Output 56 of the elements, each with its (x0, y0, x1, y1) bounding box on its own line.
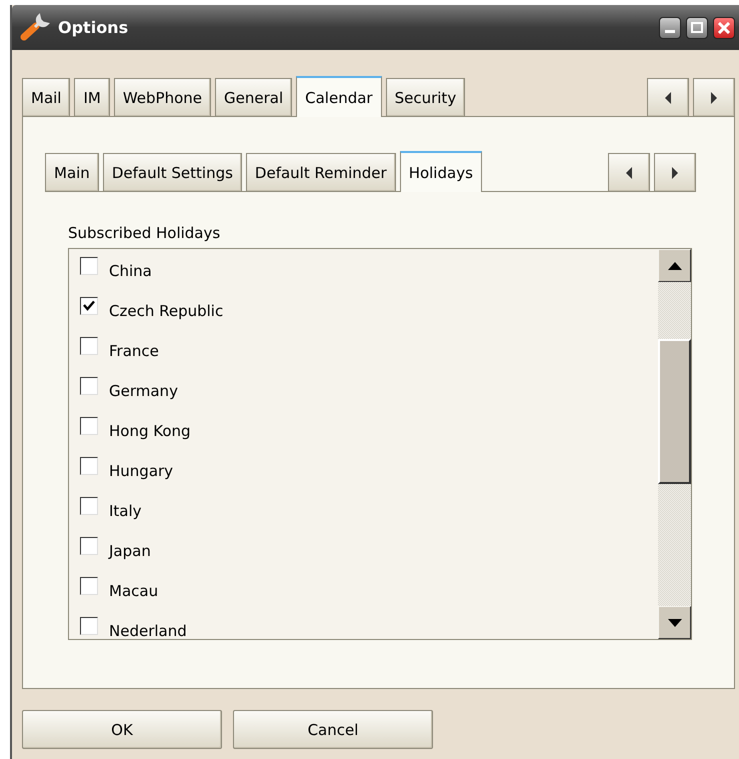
wrench-icon (20, 12, 50, 42)
scroll-left-button[interactable] (608, 153, 650, 191)
dialog-button[interactable]: Cancel (233, 710, 433, 749)
right-triangle-icon (709, 90, 719, 104)
minimize-icon (665, 30, 675, 33)
scroll-up-button[interactable] (658, 249, 691, 282)
list-label: Subscribed Holidays (68, 224, 220, 242)
checkbox[interactable] (80, 537, 98, 555)
checkbox-label[interactable]: Macau (109, 582, 158, 600)
tab[interactable]: Mail (22, 78, 70, 116)
checkbox[interactable] (80, 457, 98, 475)
down-triangle-icon (668, 618, 682, 626)
scroll-right-button[interactable] (654, 153, 696, 191)
up-triangle-icon (668, 262, 682, 270)
tab[interactable]: Default Settings (102, 153, 242, 191)
scroll-right-button[interactable] (693, 78, 735, 116)
right-triangle-icon (670, 166, 680, 180)
scrollbar-thumb[interactable] (658, 339, 691, 484)
maximize-icon (691, 22, 703, 33)
checkbox[interactable] (80, 377, 98, 395)
checkbox-label[interactable]: China (109, 262, 152, 280)
checkmark-icon (83, 300, 95, 312)
tab[interactable]: IM (74, 78, 110, 116)
close-icon (718, 22, 730, 34)
maximize-button[interactable] (686, 16, 708, 38)
checkbox-label[interactable]: Hong Kong (109, 422, 191, 440)
tab[interactable]: General (215, 78, 292, 116)
dialog-button[interactable]: OK (22, 710, 222, 749)
checkbox-label[interactable]: Czech Republic (109, 302, 224, 320)
checkbox[interactable] (80, 617, 98, 635)
checkbox[interactable] (80, 497, 98, 515)
close-button[interactable] (713, 16, 735, 38)
checkbox-label[interactable]: Hungary (109, 462, 174, 480)
tab[interactable]: Security (386, 78, 466, 116)
checkbox-label[interactable]: Nederland (109, 622, 187, 639)
checkbox[interactable] (80, 577, 98, 595)
vertical-scrollbar[interactable] (658, 249, 691, 639)
left-triangle-icon (624, 166, 634, 180)
checkbox[interactable] (80, 257, 98, 275)
checkbox[interactable] (80, 297, 98, 315)
checkbox-label[interactable]: Italy (109, 502, 142, 520)
checkbox[interactable] (80, 337, 98, 355)
checkbox[interactable] (80, 417, 98, 435)
checkbox-label[interactable]: Japan (109, 542, 151, 560)
tab[interactable]: Main (45, 153, 99, 191)
tab[interactable]: WebPhone (114, 78, 212, 116)
tab[interactable]: Calendar (296, 76, 382, 117)
tab[interactable]: Holidays (400, 151, 482, 192)
tab[interactable]: Default Reminder (246, 153, 396, 191)
checkbox-label[interactable]: France (109, 342, 159, 360)
scroll-down-button[interactable] (658, 606, 691, 639)
scroll-left-button[interactable] (647, 78, 689, 116)
left-triangle-icon (663, 90, 673, 104)
window-title: Options (58, 18, 130, 37)
checkbox-label[interactable]: Germany (109, 382, 178, 400)
minimize-button[interactable] (659, 16, 681, 38)
